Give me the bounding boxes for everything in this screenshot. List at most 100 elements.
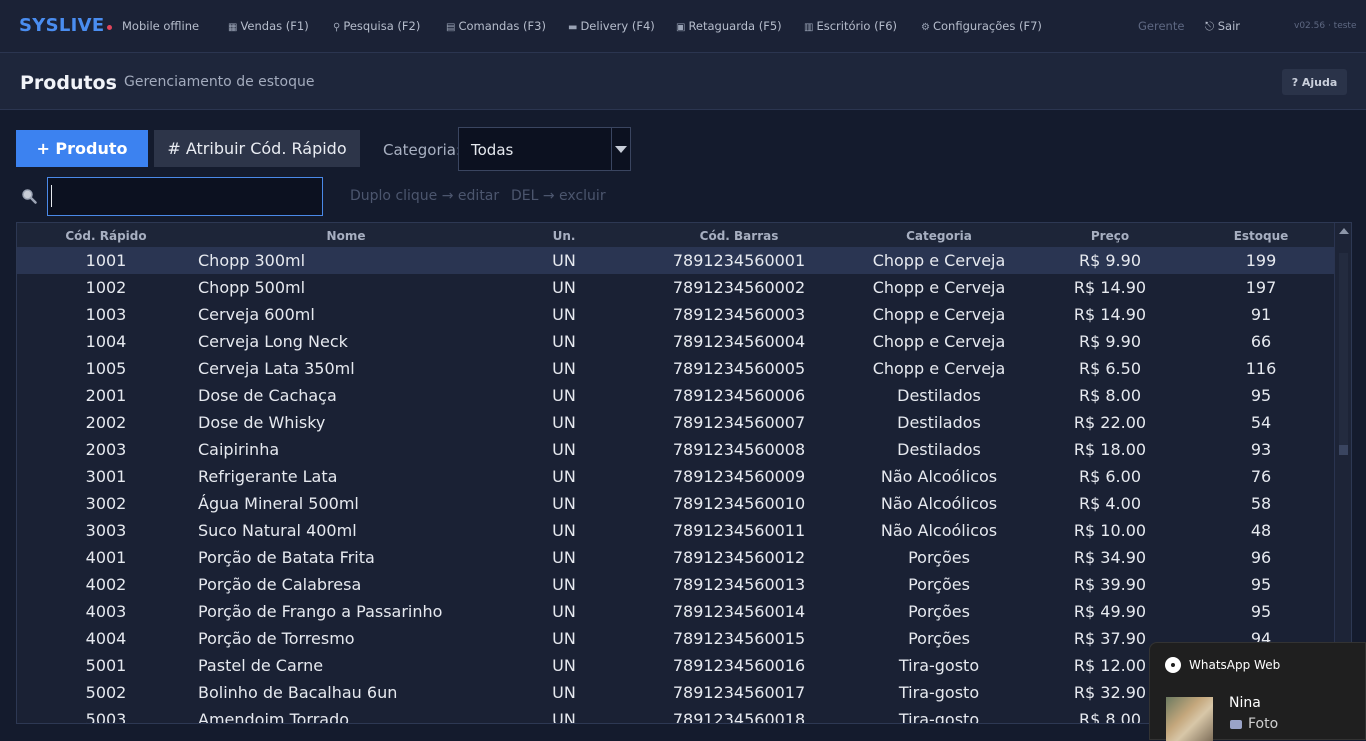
- cell-price: R$ 4.00: [1078, 494, 1142, 513]
- cell-unit: UN: [552, 521, 576, 540]
- scroll-up-arrow-icon[interactable]: [1339, 228, 1349, 234]
- nav-vendas[interactable]: ▦ Vendas (F1): [228, 19, 309, 33]
- cell-name: Porção de Batata Frita: [198, 548, 375, 567]
- cell-name: Bolinho de Bacalhau 6un: [198, 683, 398, 702]
- col-category[interactable]: Categoria: [906, 229, 972, 243]
- nav-comandas-label: Comandas (F3): [458, 19, 546, 33]
- cell-name: Caipirinha: [198, 440, 280, 459]
- nav-configuracoes[interactable]: ⚙ Configurações (F7): [921, 19, 1042, 33]
- table-row[interactable]: 1005 Cerveja Lata 350ml UN 7891234560005 Cho…: [17, 355, 1335, 382]
- cell-unit: UN: [552, 656, 576, 675]
- cell-quick-code: 4001: [85, 548, 127, 567]
- table-row[interactable]: 1001 Chopp 300ml UN 7891234560001 Chopp e Ce…: [17, 247, 1335, 274]
- category-select[interactable]: Todas: [458, 127, 631, 171]
- cell-stock: 96: [1250, 548, 1272, 567]
- category-dropdown-toggle[interactable]: [611, 128, 630, 170]
- cell-unit: UN: [552, 332, 576, 351]
- page-title: Produtos: [20, 72, 117, 94]
- table-row[interactable]: 1003 Cerveja 600ml UN 7891234560003 Chopp e …: [17, 301, 1335, 328]
- cell-category: Chopp e Cerveja: [872, 251, 1006, 270]
- table-row[interactable]: 3003 Suco Natural 400ml UN 7891234560011 Não…: [17, 517, 1335, 544]
- cell-name: Suco Natural 400ml: [198, 521, 357, 540]
- cell-category: Chopp e Cerveja: [872, 278, 1006, 297]
- table-row[interactable]: 3002 Água Mineral 500ml UN 7891234560010 Não…: [17, 490, 1335, 517]
- col-price[interactable]: Preço: [1091, 229, 1129, 243]
- cell-category: Chopp e Cerveja: [872, 305, 1006, 324]
- whatsapp-notification[interactable]: WhatsApp Web Nina Foto: [1149, 642, 1366, 741]
- cell-barcode: 7891234560003: [672, 305, 806, 324]
- cell-unit: UN: [552, 548, 576, 567]
- col-name[interactable]: Nome: [327, 229, 366, 243]
- cell-name: Cerveja Lata 350ml: [198, 359, 355, 378]
- nav-pesquisa[interactable]: ⚲ Pesquisa (F2): [333, 19, 420, 33]
- cell-stock: 116: [1245, 359, 1277, 378]
- cell-stock: 48: [1250, 521, 1272, 540]
- table-row[interactable]: 2002 Dose de Whisky UN 7891234560007 Destila…: [17, 409, 1335, 436]
- cell-unit: UN: [552, 494, 576, 513]
- store-icon: ▣: [676, 22, 686, 33]
- table-row[interactable]: 1002 Chopp 500ml UN 7891234560002 Chopp e Ce…: [17, 274, 1335, 301]
- table-row[interactable]: 5001 Pastel de Carne UN 7891234560016 Tira-g…: [17, 652, 1335, 679]
- camera-icon: [1230, 719, 1242, 729]
- cell-price: R$ 9.90: [1078, 332, 1142, 351]
- cell-price: R$ 12.00: [1073, 656, 1147, 675]
- table-row[interactable]: 5003 Amendoim Torrado UN 7891234560018 Tira-…: [17, 706, 1335, 724]
- sender-avatar: [1166, 697, 1213, 741]
- cell-stock: 91: [1250, 305, 1272, 324]
- cell-price: R$ 22.00: [1073, 413, 1147, 432]
- table-row[interactable]: 4003 Porção de Frango a Passarinho UN 78912…: [17, 598, 1335, 625]
- col-barcode[interactable]: Cód. Barras: [700, 229, 779, 243]
- cart-icon: ▦: [228, 22, 238, 33]
- cell-barcode: 7891234560018: [672, 710, 806, 724]
- table-row[interactable]: 4002 Porção de Calabresa UN 7891234560013 Po…: [17, 571, 1335, 598]
- search-icon: ⚲: [333, 22, 341, 33]
- notification-sender: Nina: [1229, 695, 1261, 711]
- help-button[interactable]: ? Ajuda: [1282, 69, 1347, 95]
- table-row[interactable]: 2001 Dose de Cachaça UN 7891234560006 Destil…: [17, 382, 1335, 409]
- category-select-value: Todas: [471, 141, 514, 159]
- cell-stock: 197: [1245, 278, 1277, 297]
- scroll-track[interactable]: [1339, 253, 1348, 449]
- cell-category: Não Alcoólicos: [880, 494, 998, 513]
- table-row[interactable]: 1004 Cerveja Long Neck UN 7891234560004 Chop…: [17, 328, 1335, 355]
- table-row[interactable]: 2003 Caipirinha UN 7891234560008 Destilados R…: [17, 436, 1335, 463]
- nav-escritorio[interactable]: ▥ Escritório (F6): [804, 19, 897, 33]
- cell-price: R$ 49.90: [1073, 602, 1147, 621]
- col-stock[interactable]: Estoque: [1234, 229, 1289, 243]
- table-row[interactable]: 4001 Porção de Batata Frita UN 789123456001…: [17, 544, 1335, 571]
- cell-category: Não Alcoólicos: [880, 467, 998, 486]
- nav-delivery[interactable]: ▬ Delivery (F4): [568, 19, 655, 33]
- nav-retaguarda[interactable]: ▣ Retaguarda (F5): [676, 19, 782, 33]
- assign-quick-code-button[interactable]: # Atribuir Cód. Rápido: [154, 130, 360, 167]
- cell-barcode: 7891234560007: [672, 413, 806, 432]
- cell-category: Destilados: [897, 386, 981, 405]
- cell-name: Porção de Calabresa: [198, 575, 362, 594]
- table-row[interactable]: 4004 Porção de Torresmo UN 7891234560015 Por…: [17, 625, 1335, 652]
- add-product-button[interactable]: + Produto: [16, 130, 148, 167]
- clipboard-icon: ▤: [446, 22, 456, 33]
- cell-stock: 93: [1250, 440, 1272, 459]
- cell-quick-code: 4003: [85, 602, 127, 621]
- cell-category: Porções: [908, 602, 970, 621]
- scroll-thumb[interactable]: [1339, 445, 1348, 455]
- cell-category: Porções: [908, 548, 970, 567]
- cell-price: R$ 9.90: [1078, 251, 1142, 270]
- col-unit[interactable]: Un.: [553, 229, 576, 243]
- logout-button[interactable]: ⎋ Sair: [1205, 19, 1240, 34]
- cell-stock: 95: [1250, 602, 1272, 621]
- col-quick-code[interactable]: Cód. Rápido: [65, 229, 146, 243]
- table-row[interactable]: 5002 Bolinho de Bacalhau 6un UN 78912345600…: [17, 679, 1335, 706]
- nav-pesquisa-label: Pesquisa (F2): [343, 19, 421, 33]
- cell-unit: UN: [552, 251, 576, 270]
- cell-quick-code: 1001: [85, 251, 127, 270]
- nav-comandas[interactable]: ▤ Comandas (F3): [446, 19, 546, 33]
- cell-category: Tira-gosto: [898, 710, 980, 724]
- search-input[interactable]: [47, 177, 323, 216]
- cell-price: R$ 37.90: [1073, 629, 1147, 648]
- delivery-icon: ▬: [568, 22, 578, 33]
- table-row[interactable]: 3001 Refrigerante Lata UN 7891234560009 Não …: [17, 463, 1335, 490]
- cell-name: Amendoim Torrado: [198, 710, 350, 724]
- app-brand-logo[interactable]: SYSLIVE: [19, 15, 104, 36]
- cell-barcode: 7891234560014: [672, 602, 806, 621]
- cell-name: Refrigerante Lata: [198, 467, 338, 486]
